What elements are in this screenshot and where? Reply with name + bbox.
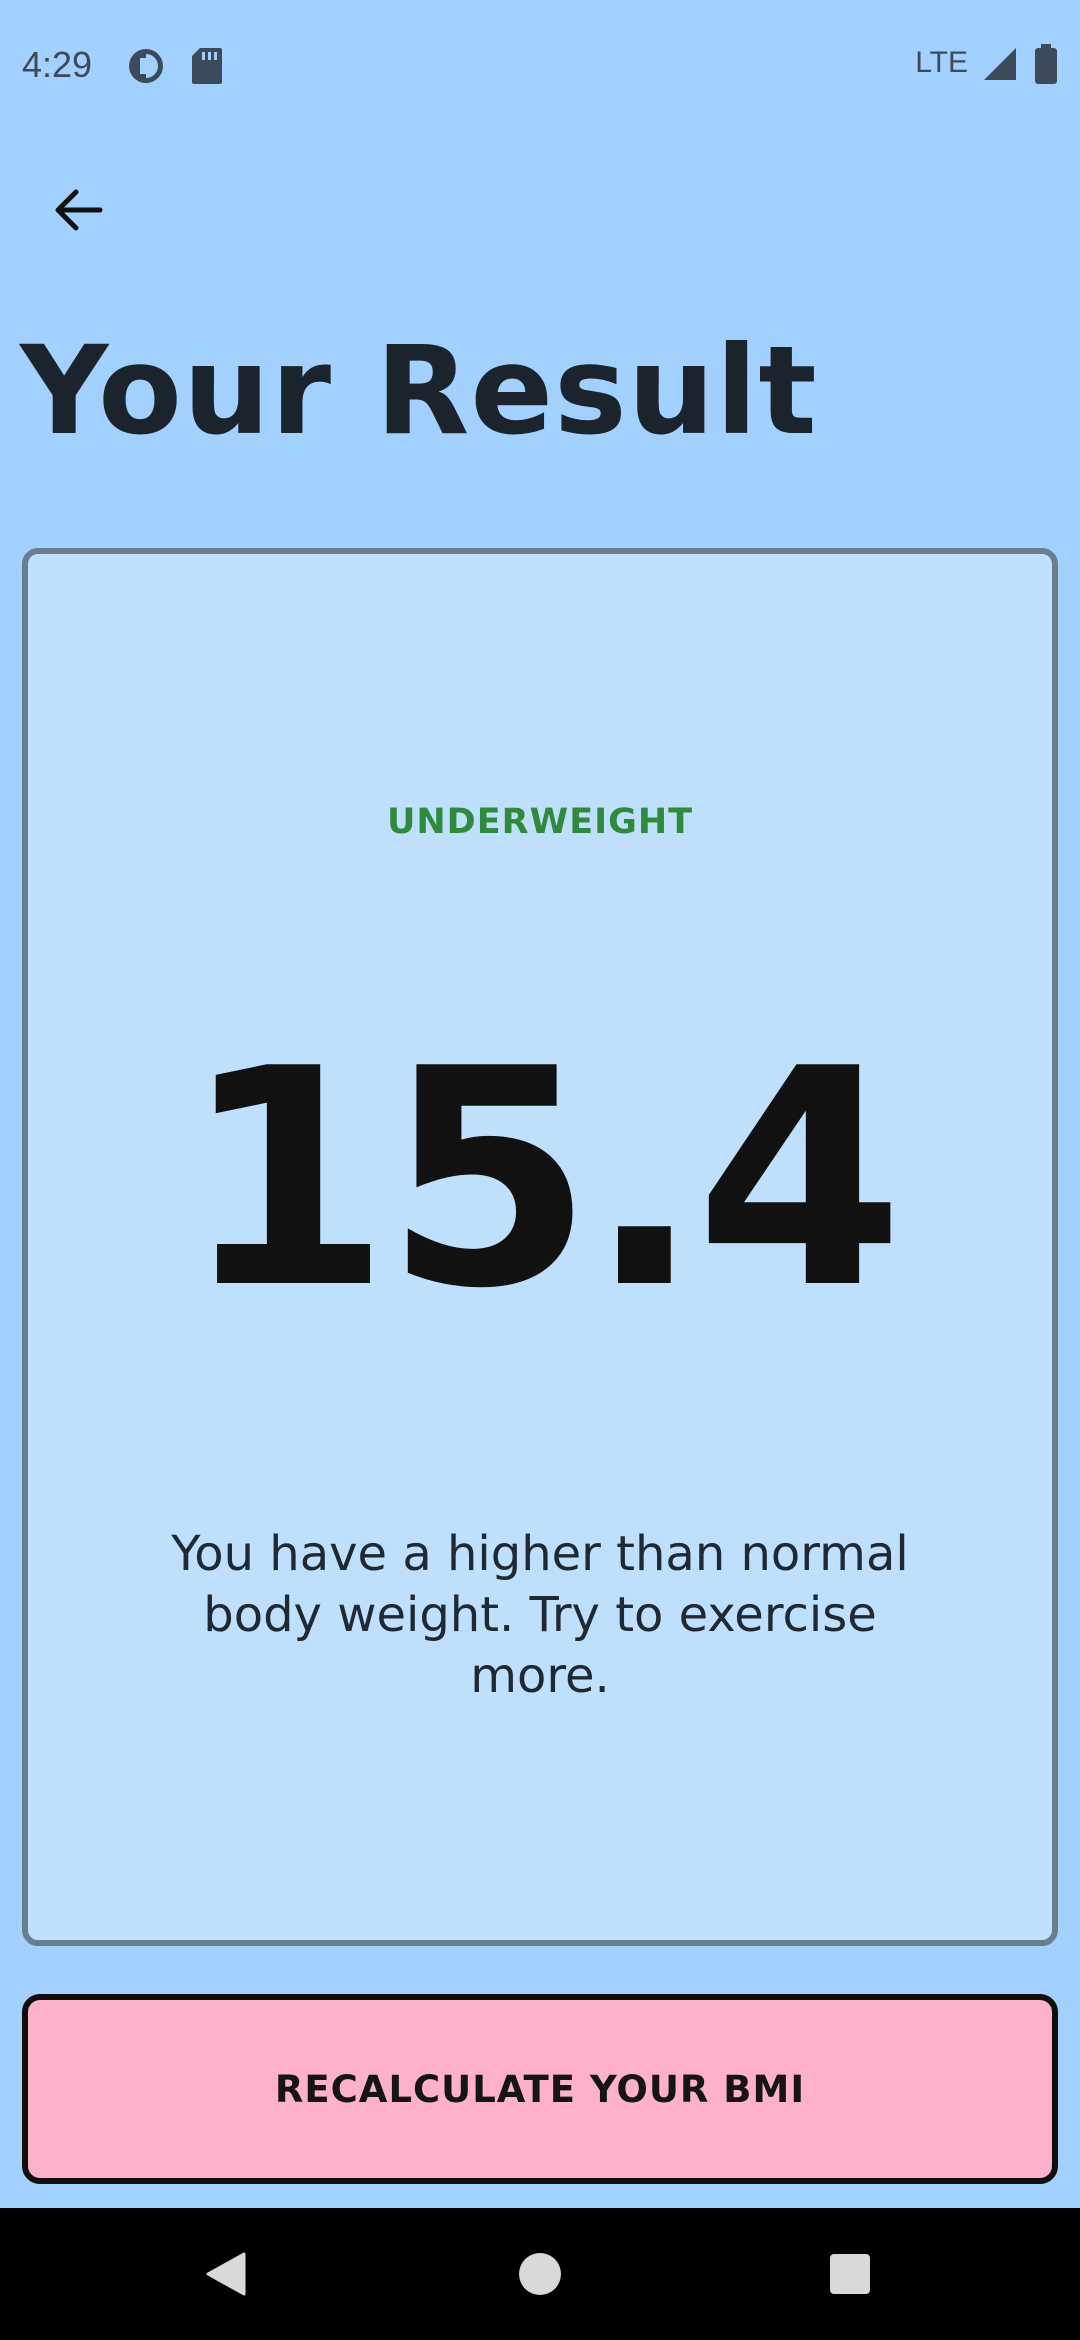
battery-icon (1034, 44, 1058, 88)
result-card: UNDERWEIGHT 15.4 You have a higher than … (22, 548, 1058, 1946)
result-category: UNDERWEIGHT (386, 802, 694, 842)
nav-home-button[interactable] (500, 2234, 580, 2314)
data-saver-icon (126, 46, 166, 90)
back-icon (206, 2252, 246, 2296)
signal-icon (982, 46, 1018, 86)
status-bar: 4:29 LTE (0, 0, 1080, 132)
arrow-left-icon (55, 189, 103, 231)
status-time: 4:29 (22, 44, 93, 85)
sd-card-icon (190, 46, 224, 90)
home-icon (519, 2253, 561, 2295)
nav-back-button[interactable] (186, 2234, 266, 2314)
network-type: LTE (915, 46, 968, 79)
navigation-bar (0, 2208, 1080, 2340)
recalculate-button[interactable]: RECALCULATE YOUR BMI (22, 1994, 1058, 2184)
result-message: You have a higher than normal body weigh… (171, 1526, 909, 1704)
result-screen: 4:29 LTE Your Result UNDERWEIGHT 15.4 Yo… (0, 0, 1080, 2340)
page-title: Your Result (20, 320, 818, 462)
back-button[interactable] (38, 170, 118, 250)
bmi-value: 15.4 (181, 1005, 904, 1354)
recents-icon (830, 2254, 870, 2294)
nav-recents-button[interactable] (810, 2234, 890, 2314)
